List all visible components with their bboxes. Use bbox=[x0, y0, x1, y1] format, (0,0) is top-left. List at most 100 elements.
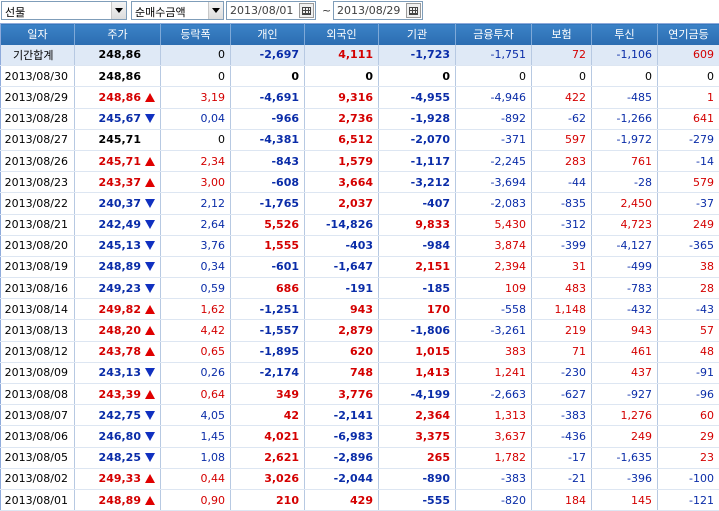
fininv-cell: 3,637 bbox=[456, 426, 532, 447]
individual-cell: -4,381 bbox=[231, 129, 305, 150]
table-row[interactable]: 2013/08/28245,670,04-9662,736-1,928-892-… bbox=[1, 108, 719, 129]
table-row[interactable]: 2013/08/27245,710-4,3816,512-2,070-37159… bbox=[1, 129, 719, 150]
table-row[interactable]: 2013/08/14249,821,62-1,251943170-5581,14… bbox=[1, 299, 719, 320]
table-row[interactable]: 2013/08/05248,251,082,621-2,8962651,782-… bbox=[1, 447, 719, 468]
foreign-cell: 9,316 bbox=[305, 87, 379, 108]
chevron-down-icon[interactable] bbox=[208, 2, 223, 19]
pension-cell: 29 bbox=[658, 426, 719, 447]
trust-cell: -4,127 bbox=[592, 235, 658, 256]
table-row[interactable]: 2013/08/09243,130,26-2,1747481,4131,241-… bbox=[1, 362, 719, 383]
insurance-cell: -44 bbox=[532, 172, 592, 193]
table-row[interactable]: 2013/08/21242,492,645,526-14,8269,8335,4… bbox=[1, 214, 719, 235]
table-row[interactable]: 2013/08/13248,204,42-1,5572,879-1,806-3,… bbox=[1, 320, 719, 341]
institution-cell: 9,833 bbox=[379, 214, 456, 235]
change-cell: 3,19 bbox=[161, 87, 231, 108]
insurance-cell: 422 bbox=[532, 87, 592, 108]
change-cell: 0,44 bbox=[161, 468, 231, 489]
column-header-insurance[interactable]: 보험 bbox=[532, 24, 592, 45]
table-row[interactable]: 2013/08/23243,373,00-6083,664-3,212-3,69… bbox=[1, 172, 719, 193]
change-cell: 2,34 bbox=[161, 150, 231, 171]
date-cell: 2013/08/07 bbox=[1, 405, 75, 426]
table-row[interactable]: 2013/08/02249,330,443,026-2,044-890-383-… bbox=[1, 468, 719, 489]
table-row[interactable]: 2013/08/06246,801,454,021-6,9833,3753,63… bbox=[1, 426, 719, 447]
triangle-up-icon bbox=[145, 347, 155, 356]
table-row[interactable]: 2013/08/22240,372,12-1,7652,037-407-2,08… bbox=[1, 193, 719, 214]
price-value: 245,71 bbox=[99, 133, 141, 146]
triangle-up-icon bbox=[145, 474, 155, 483]
foreign-cell: 1,579 bbox=[305, 150, 379, 171]
table-row[interactable]: 2013/08/08243,390,643493,776-4,199-2,663… bbox=[1, 384, 719, 405]
fininv-cell: 383 bbox=[456, 341, 532, 362]
table-body: 기간합계248,860-2,6974,111-1,723-1,75172-1,1… bbox=[1, 45, 719, 511]
date-from-value: 2013/08/01 bbox=[230, 4, 293, 17]
triangle-down-icon bbox=[145, 284, 155, 293]
fininv-cell: 3,874 bbox=[456, 235, 532, 256]
calendar-icon[interactable] bbox=[406, 3, 421, 18]
table-row[interactable]: 2013/08/07242,754,0542-2,1412,3641,313-3… bbox=[1, 405, 719, 426]
change-cell: 0,04 bbox=[161, 108, 231, 129]
price-cell: 242,75 bbox=[75, 405, 161, 426]
foreign-cell: -2,141 bbox=[305, 405, 379, 426]
foreign-cell: -1,647 bbox=[305, 256, 379, 277]
toolbar: 선물 순매수금액 2013/08/01 ~ 2013/08/29 bbox=[0, 0, 719, 22]
insurance-cell: 483 bbox=[532, 278, 592, 299]
triangle-up-icon bbox=[145, 178, 155, 187]
triangle-down-icon bbox=[145, 199, 155, 208]
price-value: 243,37 bbox=[99, 176, 141, 189]
table-row[interactable]: 2013/08/01248,890,90210429-555-820184145… bbox=[1, 489, 719, 510]
column-header-foreign[interactable]: 외국인 bbox=[305, 24, 379, 45]
individual-cell: 210 bbox=[231, 489, 305, 510]
date-cell: 2013/08/01 bbox=[1, 489, 75, 510]
fininv-cell: -2,663 bbox=[456, 384, 532, 405]
table-row[interactable]: 2013/08/20245,133,761,555-403-9843,874-3… bbox=[1, 235, 719, 256]
change-cell: 4,05 bbox=[161, 405, 231, 426]
column-header-change[interactable]: 등락폭 bbox=[161, 24, 231, 45]
institution-cell: -185 bbox=[379, 278, 456, 299]
institution-cell: -1,806 bbox=[379, 320, 456, 341]
table-row[interactable]: 2013/08/26245,712,34-8431,579-1,117-2,24… bbox=[1, 150, 719, 171]
fininv-cell: -4,946 bbox=[456, 87, 532, 108]
market-select[interactable]: 선물 bbox=[1, 1, 127, 20]
column-header-individual[interactable]: 개인 bbox=[231, 24, 305, 45]
insurance-cell: 0 bbox=[532, 66, 592, 87]
table-row[interactable]: 2013/08/16249,230,59686-191-185109483-78… bbox=[1, 278, 719, 299]
price-cell: 245,67 bbox=[75, 108, 161, 129]
insurance-cell: 72 bbox=[532, 45, 592, 66]
price-value: 248,86 bbox=[99, 70, 141, 83]
change-cell: 2,12 bbox=[161, 193, 231, 214]
column-header-date[interactable]: 일자 bbox=[1, 24, 75, 45]
column-header-institution[interactable]: 기관 bbox=[379, 24, 456, 45]
column-header-trust[interactable]: 투신 bbox=[592, 24, 658, 45]
fininv-cell: -3,261 bbox=[456, 320, 532, 341]
trust-cell: -783 bbox=[592, 278, 658, 299]
table-row[interactable]: 2013/08/12243,780,65-1,8956201,015383714… bbox=[1, 341, 719, 362]
column-header-price[interactable]: 주가 bbox=[75, 24, 161, 45]
change-cell: 2,64 bbox=[161, 214, 231, 235]
foreign-cell: -2,044 bbox=[305, 468, 379, 489]
date-to-field[interactable]: 2013/08/29 bbox=[333, 1, 423, 20]
foreign-cell: 2,879 bbox=[305, 320, 379, 341]
institution-cell: 2,364 bbox=[379, 405, 456, 426]
price-value: 248,25 bbox=[99, 451, 141, 464]
column-header-fininv[interactable]: 금융투자 bbox=[456, 24, 532, 45]
table-row[interactable]: 2013/08/29248,863,19-4,6919,316-4,955-4,… bbox=[1, 87, 719, 108]
table-row[interactable]: 2013/08/19248,890,34-601-1,6472,1512,394… bbox=[1, 256, 719, 277]
date-range-separator: ~ bbox=[322, 4, 331, 17]
table-row[interactable]: 2013/08/30248,8600000000 bbox=[1, 66, 719, 87]
calendar-icon[interactable] bbox=[299, 3, 314, 18]
chevron-down-icon[interactable] bbox=[111, 2, 126, 19]
table-header-row: 일자주가등락폭개인외국인기관금융투자보험투신연기금등 bbox=[1, 24, 719, 45]
insurance-cell: -21 bbox=[532, 468, 592, 489]
institution-cell: 170 bbox=[379, 299, 456, 320]
fininv-cell: -820 bbox=[456, 489, 532, 510]
metric-select[interactable]: 순매수금액 bbox=[131, 1, 224, 20]
date-from-field[interactable]: 2013/08/01 bbox=[226, 1, 316, 20]
summary-row[interactable]: 기간합계248,860-2,6974,111-1,723-1,75172-1,1… bbox=[1, 45, 719, 66]
institution-cell: -2,070 bbox=[379, 129, 456, 150]
individual-cell: 42 bbox=[231, 405, 305, 426]
price-cell: 240,37 bbox=[75, 193, 161, 214]
foreign-cell: 2,037 bbox=[305, 193, 379, 214]
column-header-pension[interactable]: 연기금등 bbox=[658, 24, 719, 45]
change-cell: 0,90 bbox=[161, 489, 231, 510]
pension-cell: 1 bbox=[658, 87, 719, 108]
